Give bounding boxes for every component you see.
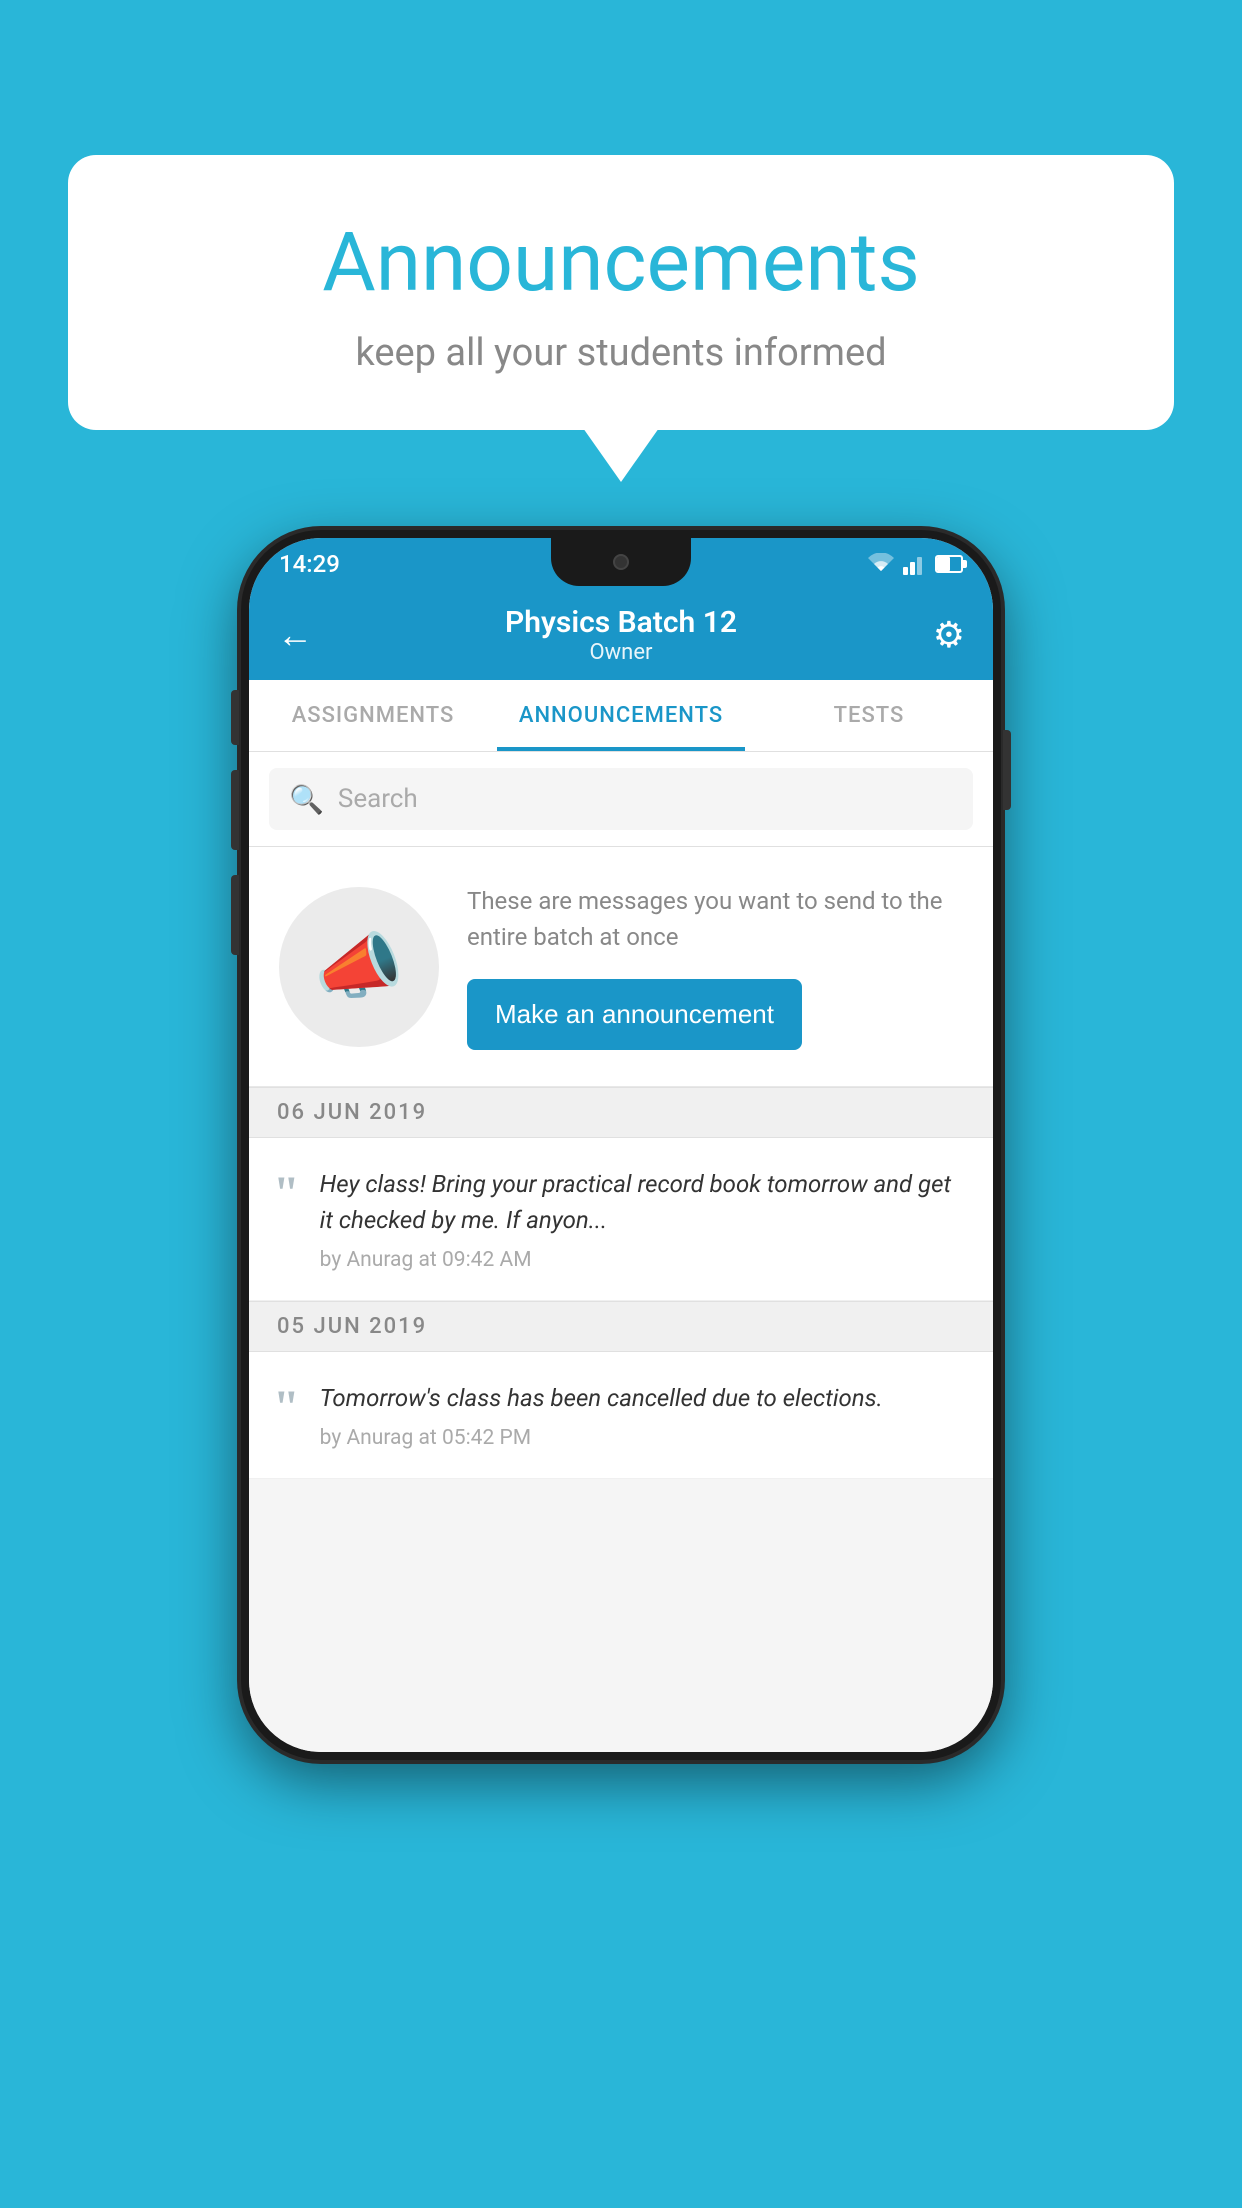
- bubble-title: Announcements: [128, 215, 1114, 311]
- tab-tests[interactable]: TESTS: [745, 680, 993, 751]
- quote-icon-1: ": [273, 1170, 300, 1218]
- date-separator-1: 06 JUN 2019: [249, 1087, 993, 1138]
- search-icon: 🔍: [289, 783, 324, 816]
- bubble-subtitle: keep all your students informed: [128, 331, 1114, 375]
- search-placeholder: Search: [338, 784, 418, 814]
- date-separator-2: 05 JUN 2019: [249, 1301, 993, 1352]
- status-bar: 14:29: [249, 538, 993, 590]
- megaphone-icon: 📣: [314, 924, 404, 1009]
- promo-description: These are messages you want to send to t…: [467, 883, 963, 955]
- app-bar-center: Physics Batch 12 Owner: [505, 605, 737, 665]
- promo-card: 📣 These are messages you want to send to…: [249, 847, 993, 1087]
- wifi-icon: [867, 553, 895, 575]
- announcement-item-1[interactable]: " Hey class! Bring your practical record…: [249, 1138, 993, 1301]
- signal-icon: [903, 553, 927, 575]
- tab-assignments[interactable]: ASSIGNMENTS: [249, 680, 497, 751]
- battery-icon: [935, 555, 963, 573]
- mute-button: [231, 690, 239, 745]
- notch: [551, 538, 691, 586]
- back-button[interactable]: ←: [277, 614, 313, 656]
- search-bar[interactable]: 🔍 Search: [269, 768, 973, 830]
- volume-down-button: [231, 875, 239, 955]
- status-time: 14:29: [279, 550, 340, 578]
- app-bar: ← Physics Batch 12 Owner ⚙: [249, 590, 993, 680]
- announcement-text-1: Hey class! Bring your practical record b…: [320, 1166, 965, 1272]
- announcement-author-2: by Anurag at 05:42 PM: [320, 1426, 965, 1450]
- tabs-bar: ASSIGNMENTS ANNOUNCEMENTS TESTS: [249, 680, 993, 752]
- speech-bubble: Announcements keep all your students inf…: [68, 155, 1174, 430]
- search-bar-container: 🔍 Search: [249, 752, 993, 847]
- tab-announcements[interactable]: ANNOUNCEMENTS: [497, 680, 745, 751]
- phone-content: 🔍 Search 📣 These are messages you want t…: [249, 752, 993, 1752]
- phone-wrapper: 14:29: [241, 530, 1001, 1760]
- make-announcement-button[interactable]: Make an announcement: [467, 979, 802, 1050]
- promo-icon-circle: 📣: [279, 887, 439, 1047]
- announcement-message-1: Hey class! Bring your practical record b…: [320, 1166, 965, 1238]
- power-button: [1003, 730, 1011, 810]
- promo-right: These are messages you want to send to t…: [467, 883, 963, 1050]
- app-bar-title: Physics Batch 12: [505, 605, 737, 640]
- phone-frame: 14:29: [241, 530, 1001, 1760]
- speech-bubble-container: Announcements keep all your students inf…: [68, 155, 1174, 430]
- volume-up-button: [231, 770, 239, 850]
- quote-icon-2: ": [273, 1384, 300, 1432]
- settings-icon[interactable]: ⚙: [933, 614, 965, 656]
- announcement-item-2[interactable]: " Tomorrow's class has been cancelled du…: [249, 1352, 993, 1479]
- app-bar-subtitle: Owner: [505, 640, 737, 665]
- announcement-message-2: Tomorrow's class has been cancelled due …: [320, 1380, 965, 1416]
- announcement-author-1: by Anurag at 09:42 AM: [320, 1248, 965, 1272]
- front-camera: [613, 554, 629, 570]
- phone-screen: 14:29: [249, 538, 993, 1752]
- announcement-text-2: Tomorrow's class has been cancelled due …: [320, 1380, 965, 1450]
- status-icons: [867, 553, 963, 575]
